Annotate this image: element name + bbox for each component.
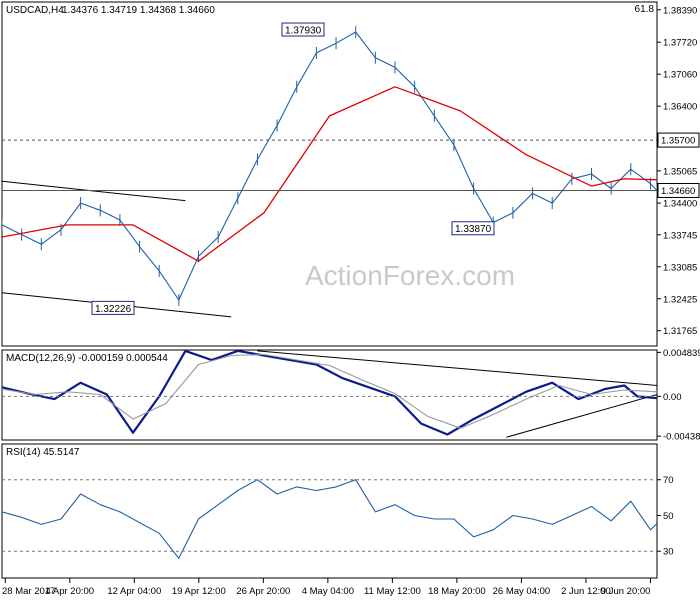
y-tick-label: 1.38390: [663, 5, 697, 16]
y-tick-label: 1.37060: [663, 70, 697, 81]
panel-title: RSI(14) 45.5147: [6, 447, 80, 458]
panel-frame-2: [1, 443, 658, 579]
y-tick-label: 1.32425: [663, 294, 697, 305]
y-tick-label: -0.004381: [663, 432, 700, 443]
x-tick-label: 11 May 12:00: [364, 586, 421, 597]
y-tick-label: 0.004839: [663, 348, 700, 359]
watermark: ActionForex.com: [305, 260, 515, 291]
annotation-label: 1.37930: [285, 26, 322, 37]
y-tick-label: 30: [663, 547, 674, 558]
trendline: [257, 350, 657, 386]
series-line-moving-average: [2, 86, 657, 262]
price-tag-label: 1.34660: [661, 186, 695, 197]
chart-container: 28 Mar 2017 4 Apr 20:00 12 Apr 04:00 19 Apr…: [0, 0, 700, 600]
trendline: [506, 394, 657, 438]
y-tick-label: 70: [663, 475, 674, 486]
y-tick-label: 0.00: [663, 392, 682, 403]
panel-title: MACD(12,26,9) -0.000159 0.000544: [6, 353, 168, 364]
x-tick-label: 4 Apr 20:00: [45, 586, 94, 597]
ohlc-header: 1.34376 1.34719 1.34368 1.34660: [62, 5, 215, 16]
price-tag-label: 1.35700: [661, 136, 695, 147]
series-line-rsi: [2, 479, 657, 559]
y-tick-label: 1.36400: [663, 102, 697, 113]
chart-svg: 28 Mar 20174 Apr 20:00 12 Apr 04:00 19 Apr…: [1, 1, 700, 597]
x-tick-label: 4 May 04:00: [302, 586, 354, 597]
y-tick-label: 1.31765: [663, 326, 697, 337]
panel-frame-0: [1, 1, 658, 347]
x-tick-label: 9 Jun 20:00: [601, 586, 651, 597]
y-tick-label: 50: [663, 511, 674, 522]
x-tick-label: 19 Apr 12:00: [172, 586, 226, 597]
y-tick-label: 1.33085: [663, 262, 697, 273]
x-tick-label: 18 May 20:00: [428, 586, 486, 597]
x-tick-label: 12 Apr 04:00: [107, 586, 161, 597]
annotation-label: 1.33870: [455, 224, 492, 235]
x-tick-label: 26 May 04:00: [493, 586, 551, 597]
y-tick-label: 1.34400: [663, 199, 697, 210]
annotation-label: 1.32226: [95, 304, 132, 315]
x-tick-label: 26 Apr 20:00: [236, 586, 290, 597]
y-tick-label: 1.33745: [663, 230, 697, 241]
y-tick-label: 1.37720: [663, 38, 697, 49]
y-tick-label: 1.35065: [663, 166, 697, 177]
corner-value: 61.8: [635, 4, 655, 15]
panel-title: USDCAD,H4: [6, 5, 64, 16]
